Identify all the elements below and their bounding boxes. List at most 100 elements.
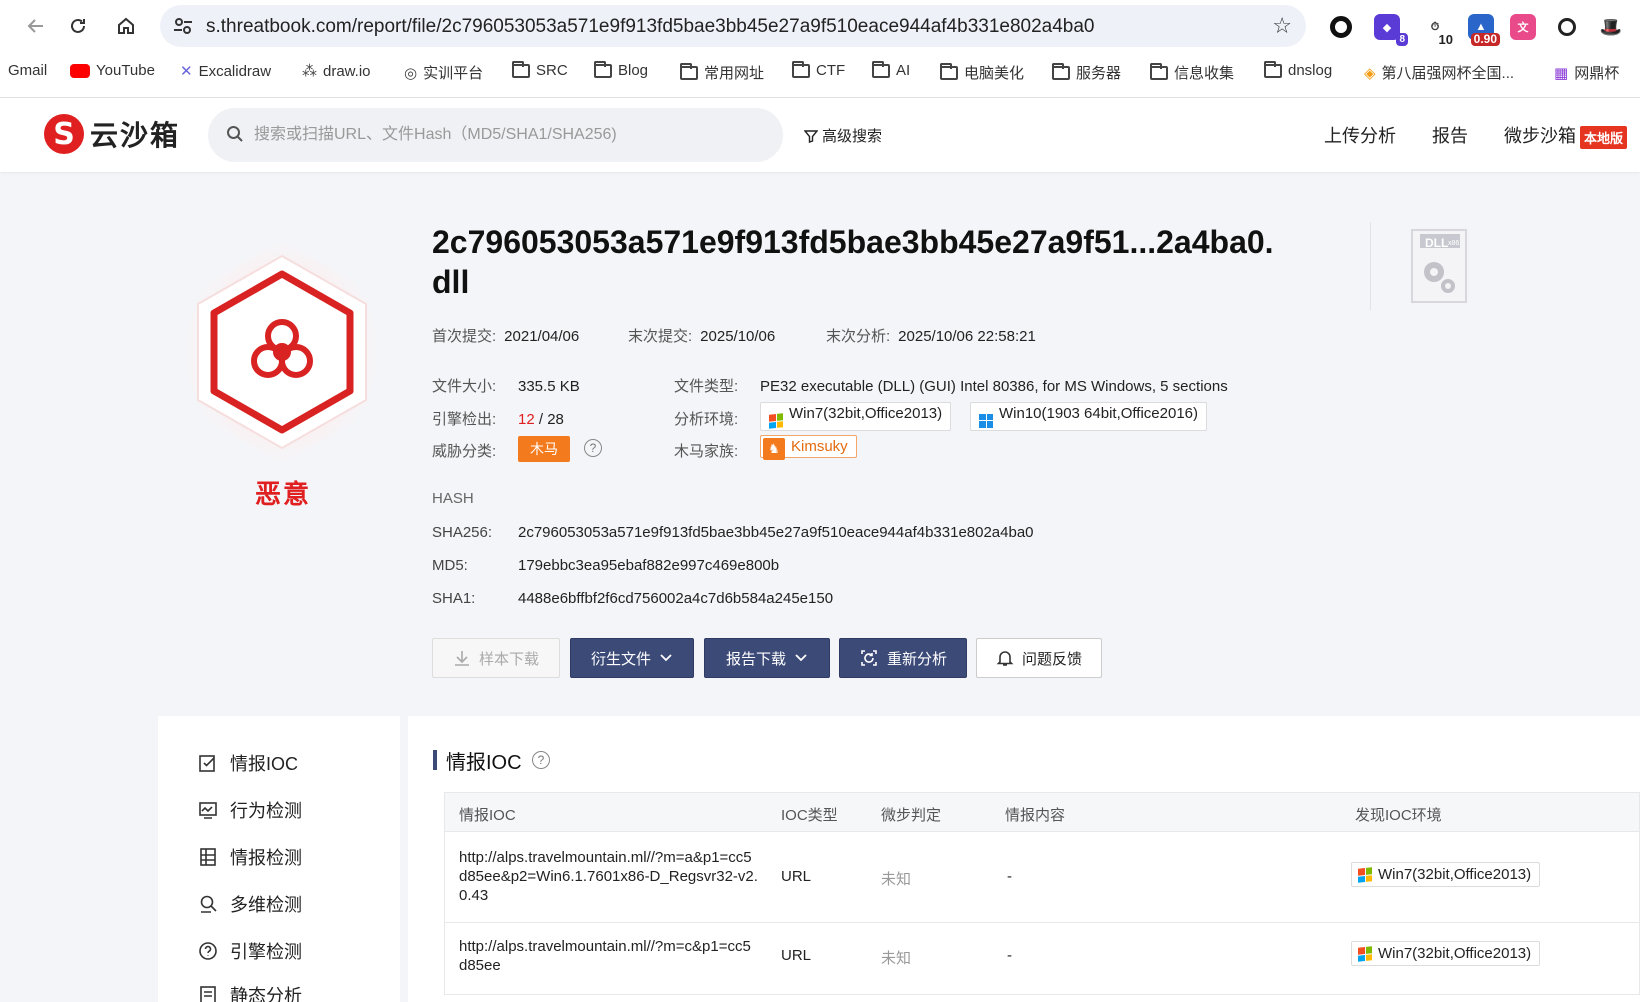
local-version-badge: 本地版 [1580, 126, 1628, 149]
windows-xp-logo-icon [769, 412, 783, 429]
env-tag-win7[interactable]: Win7(32bit,Office2013) [760, 402, 952, 431]
windows-10-logo-icon [979, 413, 993, 428]
bookmark-info[interactable]: 信息收集 [1150, 62, 1234, 83]
env-tag-win10[interactable]: Win10(1903 64bit,Office2016) [970, 402, 1208, 431]
ioc-env-tag[interactable]: Win7(32bit,Office2013) [1351, 862, 1541, 887]
sidebar-item-static[interactable]: 静态分析 [198, 982, 302, 1002]
table-row: http://alps.travelmountain.ml//?m=c&p1=c… [444, 923, 1640, 995]
bookmark-server[interactable]: 服务器 [1052, 62, 1121, 83]
home-icon[interactable] [110, 10, 142, 42]
hash-section-label: HASH [432, 490, 474, 507]
threat-class-label: 威胁分类: [432, 443, 497, 460]
ioc-icon [199, 755, 215, 772]
circle-extension-icon[interactable] [1328, 14, 1354, 40]
bookmark-drawio[interactable]: ⁂ draw.io [302, 62, 371, 81]
reload-icon[interactable] [62, 10, 94, 42]
bookmark-excalidraw[interactable]: ✕ Excalidraw [180, 62, 271, 81]
help-icon[interactable]: ? [584, 439, 602, 457]
chevron-down-icon [660, 654, 672, 662]
ioc-type: URL [781, 947, 812, 964]
md5-value[interactable]: 179ebbc3ea95ebaf882e997c469e800b [518, 557, 779, 574]
behavior-icon [199, 802, 217, 819]
feedback-button[interactable]: 问题反馈 [976, 638, 1102, 678]
bookmark-youtube[interactable]: YouTube [70, 62, 155, 79]
sidebar-item-ioc[interactable]: 情报IOC [198, 750, 298, 776]
advanced-search-link[interactable]: 高级搜索 [804, 125, 882, 146]
static-analysis-icon [200, 986, 216, 1002]
sidebar-item-intel[interactable]: 情报检测 [198, 844, 302, 870]
multi-dimension-icon [200, 895, 217, 913]
reanalyze-icon [861, 650, 877, 666]
shield-extension-icon[interactable]: ◆ 8 [1374, 14, 1408, 46]
wdb-icon: ▦ [1554, 64, 1569, 82]
engine-icon [199, 942, 217, 960]
section-accent-bar [433, 750, 437, 770]
chatgpt-extension-icon[interactable] [1554, 14, 1580, 40]
engine-detection: 引擎检出: 12 / 28 [432, 411, 564, 428]
section-title: 情报IOC [446, 752, 522, 774]
bookmark-src[interactable]: SRC [512, 60, 568, 79]
dll-file-icon: DLL x86 [1410, 228, 1468, 304]
malicious-hexagon [180, 238, 385, 466]
help-icon[interactable]: ? [532, 751, 550, 769]
bookmark-gmail[interactable]: Gmail [8, 62, 47, 79]
download-sample-button[interactable]: 样本下载 [432, 638, 560, 678]
column-header: 情报IOC [459, 807, 516, 824]
nav-report[interactable]: 报告 [1432, 122, 1468, 148]
site-logo[interactable]: S 云沙箱 [44, 114, 180, 154]
bookmark-blog[interactable]: Blog [594, 60, 648, 79]
ioc-env-tag[interactable]: Win7(32bit,Office2013) [1351, 941, 1541, 966]
family-tag-kimsuky[interactable]: ♞ Kimsuky [760, 435, 857, 460]
folder-icon [940, 62, 958, 80]
bookmark-ai[interactable]: AI [872, 60, 910, 79]
chevron-down-icon [795, 654, 807, 662]
sidebar-item-behavior[interactable]: 行为检测 [198, 797, 302, 823]
analysis-env-label: 分析环境: [674, 411, 739, 428]
sidebar-item-multi[interactable]: 多维检测 [198, 891, 302, 917]
ioc-verdict: 未知 [881, 871, 912, 888]
column-header: IOC类型 [781, 807, 838, 824]
bookmark-training[interactable]: ◎ 实训平台 [404, 62, 483, 83]
bookmark-desktop[interactable]: 电脑美化 [940, 62, 1024, 83]
bookmark-ctf[interactable]: CTF [792, 60, 845, 79]
file-type: 文件类型: PE32 executable (DLL) (GUI) Intel 8… [674, 378, 1228, 395]
file-title: 2c796053053a571e9f913fd5bae3bb45e27a9f51… [432, 224, 1274, 300]
nav-sandbox[interactable]: 微步沙箱 [1504, 122, 1576, 148]
bookmark-common[interactable]: 常用网址 [680, 62, 764, 83]
hat-extension-icon[interactable]: 🎩 [1598, 14, 1624, 40]
bookmark-dnslog[interactable]: dnslog [1264, 60, 1332, 79]
qwb-icon: ◈ [1364, 64, 1376, 82]
folder-icon [1150, 62, 1168, 80]
browser-chrome: s.threatbook.com/report/file/2c796053053… [0, 0, 1640, 98]
back-arrow-icon[interactable] [20, 10, 52, 42]
site-settings-icon[interactable] [172, 15, 194, 37]
score-extension-icon[interactable]: ▲ 0.90 [1468, 14, 1500, 46]
translate-extension-icon[interactable]: 文 [1510, 14, 1536, 40]
bookmark-qwb[interactable]: ◈ 第八届强网杯全国... [1364, 62, 1514, 83]
url-text[interactable]: s.threatbook.com/report/file/2c796053053… [206, 16, 1095, 38]
windows-xp-logo-icon [1358, 866, 1372, 883]
nav-upload-analysis[interactable]: 上传分析 [1324, 122, 1396, 148]
logo-mark: S [44, 114, 84, 154]
bookmark-star-icon[interactable]: ☆ [1272, 13, 1292, 39]
folder-icon [872, 60, 890, 78]
ioc-url[interactable]: http://alps.travelmountain.ml//?m=a&p1=c… [459, 848, 759, 905]
sidebar-item-engine[interactable]: 引擎检测 [198, 938, 302, 964]
column-header: 微步判定 [881, 807, 942, 824]
report-download-button[interactable]: 报告下载 [704, 638, 830, 678]
folder-icon [792, 60, 810, 78]
ioc-url[interactable]: http://alps.travelmountain.ml//?m=c&p1=c… [459, 937, 759, 975]
file-size: 文件大小: 335.5 KB [432, 378, 580, 395]
timer-extension-icon[interactable]: ⏱ 10 [1422, 14, 1456, 46]
bell-icon [996, 651, 1014, 666]
search-input[interactable] [254, 121, 754, 149]
file-arch-badge: x86 [1448, 240, 1460, 247]
bookmark-wdb[interactable]: ▦ 网鼎杯 [1554, 62, 1619, 83]
search-icon[interactable] [226, 125, 244, 143]
search-box [208, 108, 783, 162]
derived-files-button[interactable]: 衍生文件 [570, 638, 694, 678]
sha256-value[interactable]: 2c796053053a571e9f913fd5bae3bb45e27a9f51… [518, 524, 1034, 541]
reanalyze-button[interactable]: 重新分析 [839, 638, 967, 678]
address-bar[interactable]: s.threatbook.com/report/file/2c796053053… [160, 5, 1306, 47]
sha1-value[interactable]: 4488e6bffbf2f6cd756002a4c7d6b584a245e150 [518, 590, 833, 607]
